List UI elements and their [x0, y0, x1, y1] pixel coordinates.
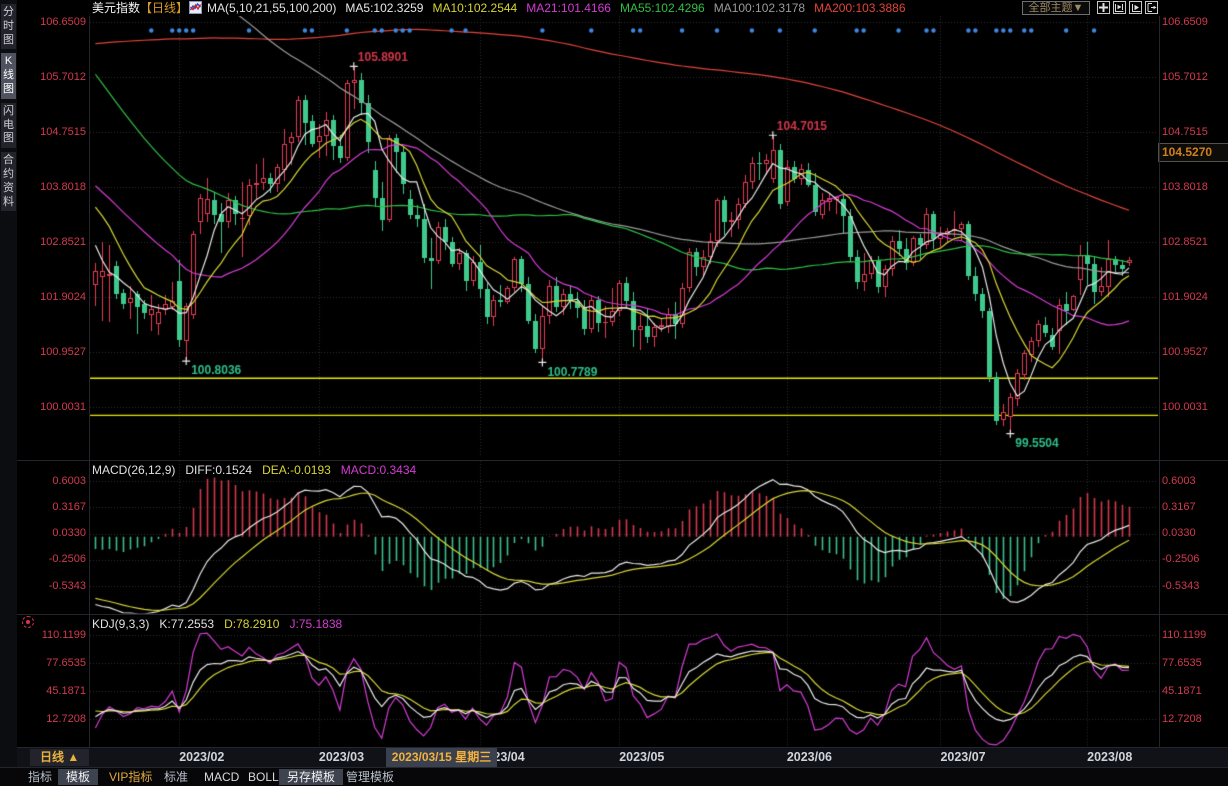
price-axis-label: 106.6509 — [1162, 17, 1208, 28]
kdj-axis-label: 77.6535 — [1162, 658, 1202, 669]
kdj-axis-label: 45.1871 — [6, 686, 86, 697]
instrument-title: 美元指数【日线】 — [92, 1, 188, 15]
macd-readout: MACD(26,12,9) — [92, 463, 175, 477]
date-tick-label: 2023/02 — [179, 750, 224, 765]
bottom-tab-4[interactable]: 标准 — [156, 769, 196, 785]
price-axis-label: 100.0031 — [6, 402, 86, 413]
play-bar-icon[interactable] — [1129, 1, 1142, 14]
macd-axis-label: 0.6003 — [6, 476, 86, 487]
price-axis-label: 100.0031 — [1162, 402, 1208, 413]
bottom-tab-8[interactable]: 管理模板 — [338, 769, 402, 785]
macd-readout: DIFF:0.1524 — [185, 463, 252, 477]
bottom-tab-2[interactable]: 模板 — [58, 769, 98, 785]
kdj-header: KDJ(9,3,3) K:77.2553 D:78.2910 J:75.1838 — [92, 617, 352, 631]
line-chart-icon — [189, 1, 202, 17]
macd-axis-label: -0.5343 — [6, 581, 86, 592]
price-axis-label: 103.8018 — [6, 182, 86, 193]
macd-axis-label: 0.3167 — [1162, 502, 1196, 513]
macd-readout: DEA:-0.0193 — [262, 463, 331, 477]
top-header-bar: 美元指数【日线】 MA(5,10,21,55,100,200)MA5:102.3… — [17, 0, 1228, 16]
ma-readout: MA200:103.3886 — [814, 1, 905, 15]
ma-readout: MA55:102.4296 — [620, 1, 705, 15]
kdj-axis-label: 77.6535 — [6, 658, 86, 669]
kdj-axis-label: 110.1199 — [6, 630, 86, 641]
kdj-axis-label: 45.1871 — [1162, 686, 1202, 697]
kline-chart-canvas[interactable] — [0, 0, 1228, 785]
period-selector-button[interactable]: 日线 ▲ — [30, 749, 89, 766]
date-tick-label: 2023/08 — [1087, 750, 1132, 765]
trading-terminal: {"app":{"bg":"#000000"},"sidebar":{"item… — [0, 0, 1228, 785]
price-axis-label: 105.7012 — [1162, 72, 1208, 83]
price-axis-label: 104.7515 — [6, 127, 86, 138]
macd-axis-label: -0.2506 — [1162, 554, 1199, 565]
kdj-readout: KDJ(9,3,3) — [92, 617, 149, 631]
macd-header: MACD(26,12,9) DIFF:0.1524 DEA:-0.0193 MACD:… — [92, 463, 426, 477]
kdj-readout: D:78.2910 — [224, 617, 279, 631]
macd-axis-label: 0.0330 — [6, 528, 86, 539]
ma-readout: MA10:102.2544 — [432, 1, 517, 15]
crosshair-price-box: 104.5270 — [1158, 143, 1228, 162]
date-tick-label: 2023/07 — [940, 750, 985, 765]
bottom-tab-3[interactable]: VIP指标 — [101, 769, 160, 785]
price-axis-label: 100.9527 — [6, 347, 86, 358]
bottom-tab-bar: 指标模板VIP指标标准MACDBOLL另存模板管理模板 — [0, 767, 1228, 786]
period-tag: 【日线】 — [140, 1, 188, 15]
indicator-alarm-icon[interactable] — [22, 616, 34, 628]
date-axis-bar: 日线 ▲ 2023/03/15 星期三 2023/02 2023/03 2023/0… — [17, 748, 1228, 767]
panel-separator — [17, 460, 1228, 461]
ma-parameters-label: MA(5,10,21,55,100,200)MA5:102.3259MA10:1… — [207, 1, 906, 15]
compress-left-icon[interactable] — [1113, 1, 1126, 14]
price-axis-label: 102.8521 — [6, 237, 86, 248]
macd-axis-label: -0.5343 — [1162, 581, 1199, 592]
price-axis-label: 104.7515 — [1162, 127, 1208, 138]
ma-readout: MA21:101.4166 — [526, 1, 611, 15]
price-axis-label: 101.9024 — [6, 292, 86, 303]
macd-axis-label: 0.6003 — [1162, 476, 1196, 487]
price-axis-label: 103.8018 — [1162, 182, 1208, 193]
exit-right-icon[interactable] — [1145, 1, 1158, 14]
price-axis-label: 100.9527 — [1162, 347, 1208, 358]
ma-readout: MA5:102.3259 — [345, 1, 423, 15]
panel-separator — [17, 767, 1228, 768]
date-tick-label: 2023/05 — [619, 750, 664, 765]
kdj-readout: J:75.1838 — [289, 617, 342, 631]
panel-separator — [17, 614, 1228, 615]
ma-readout: MA100:102.3178 — [714, 1, 805, 15]
macd-axis-label: 0.0330 — [1162, 528, 1196, 539]
price-axis-label: 106.6509 — [6, 17, 86, 28]
plot-border — [1159, 16, 1160, 747]
plot-border — [89, 16, 90, 747]
panel-separator — [17, 747, 1228, 748]
bottom-tab-1[interactable]: 指标 — [20, 769, 60, 785]
date-tick-label: 2023/06 — [787, 750, 832, 765]
theme-dropdown[interactable]: 全部主题▼ — [1022, 1, 1090, 15]
date-tick-label: 2023/03 — [319, 750, 364, 765]
kdj-axis-label: 110.1199 — [1162, 630, 1206, 641]
kdj-axis-label: 12.7208 — [1162, 714, 1202, 725]
price-axis-label: 101.9024 — [1162, 292, 1208, 303]
price-axis-label: 102.8521 — [1162, 237, 1208, 248]
bottom-tab-7[interactable]: 另存模板 — [279, 769, 343, 785]
price-axis-label: 105.7012 — [6, 72, 86, 83]
macd-axis-label: 0.3167 — [6, 502, 86, 513]
sidebar-item-3[interactable]: 闪电图 — [1, 103, 16, 148]
selected-date-box: 2023/03/15 星期三 — [386, 748, 497, 767]
macd-readout: MACD:0.3434 — [341, 463, 416, 477]
kdj-axis-label: 12.7208 — [6, 714, 86, 725]
kdj-readout: K:77.2553 — [159, 617, 214, 631]
macd-axis-label: -0.2506 — [6, 554, 86, 565]
move-crosshair-icon[interactable] — [1097, 1, 1110, 14]
